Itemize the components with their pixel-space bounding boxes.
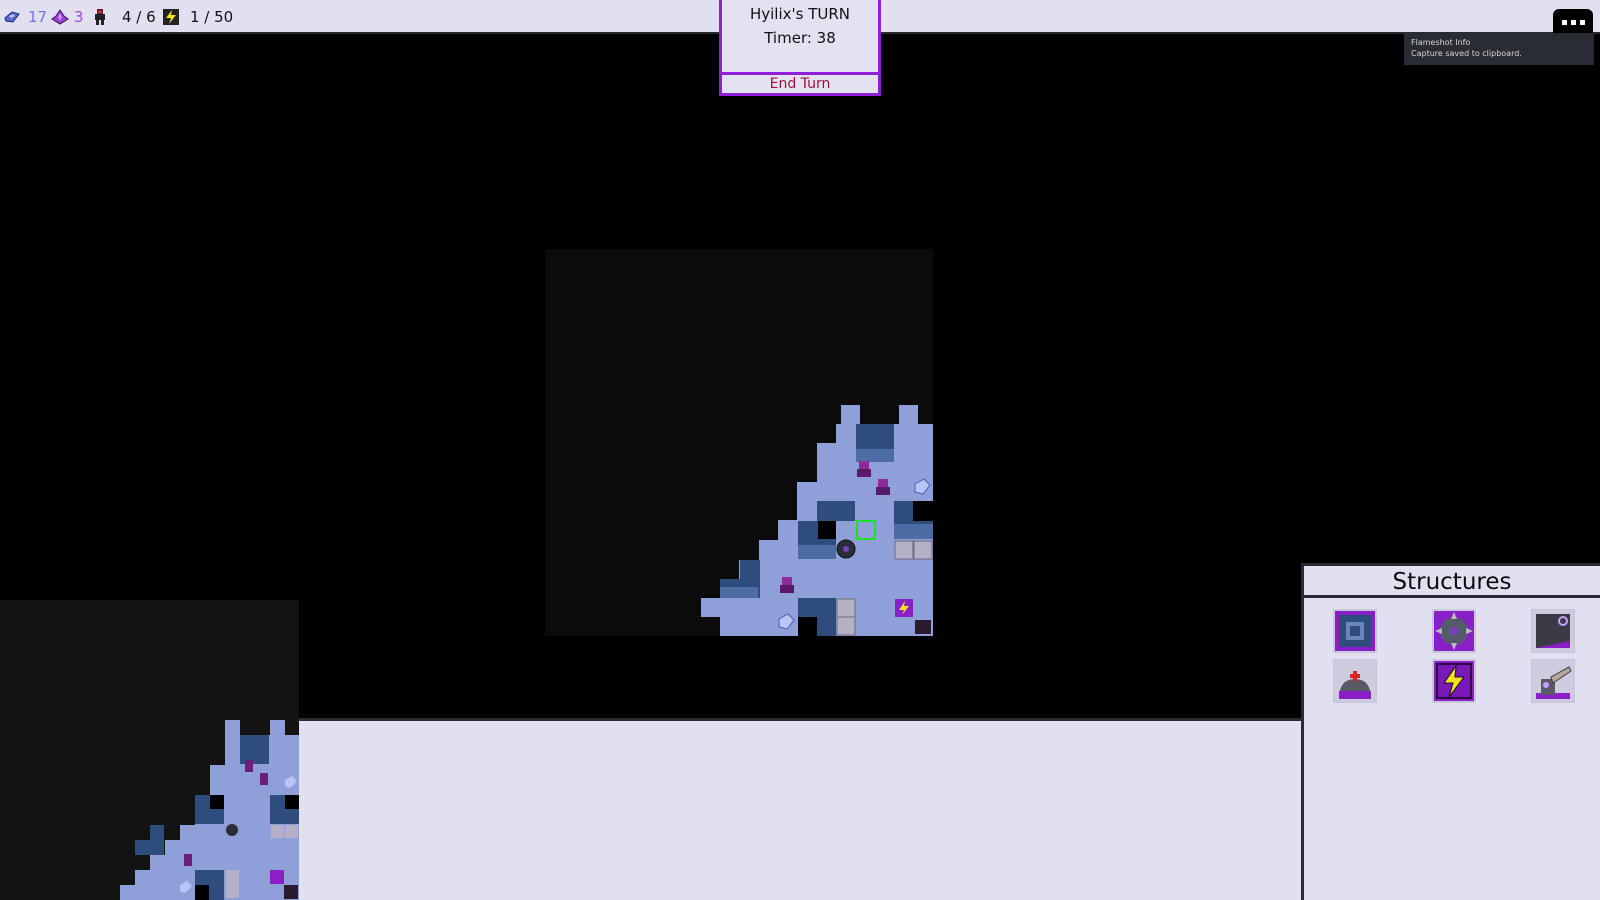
map-terrain[interactable]	[545, 249, 933, 636]
end-turn-button[interactable]: End Turn	[719, 72, 881, 96]
notification-body: Capture saved to clipboard.	[1411, 49, 1522, 58]
energy-count: 1 / 50	[190, 8, 234, 26]
medbay-icon	[1339, 671, 1371, 699]
crystal-icon	[4, 11, 20, 23]
gem-icon	[51, 9, 69, 25]
energy-icon	[163, 9, 179, 25]
crystal-count: 17	[28, 8, 48, 26]
turret-icon	[1435, 612, 1473, 650]
structures-title: Structures	[1304, 566, 1600, 598]
unit-count: 4 / 6	[122, 8, 156, 26]
medbay-structure-button[interactable]	[1333, 659, 1377, 703]
gem-count: 3	[74, 8, 84, 26]
lightning-icon	[1436, 663, 1472, 699]
screenshot-notification: Flameshot Info Capture saved to clipboar…	[1404, 33, 1594, 65]
minimap-terrain[interactable]	[0, 600, 299, 900]
turn-panel: Hyilix's TURN Timer: 38 End Turn	[719, 0, 881, 96]
portal-icon	[1536, 614, 1570, 648]
turn-timer: Timer: 38	[764, 29, 836, 47]
unit-icon	[95, 9, 105, 25]
notification-title: Flameshot Info	[1411, 38, 1471, 47]
drill-icon	[1536, 666, 1572, 699]
turn-title: Hyilix's TURN	[749, 5, 851, 23]
structures-panel: Structures	[1301, 563, 1600, 900]
minimap[interactable]	[0, 600, 299, 900]
wall-structure-button[interactable]	[1333, 609, 1377, 653]
info-panel	[299, 718, 1301, 900]
portal-structure-button[interactable]	[1531, 609, 1575, 653]
drill-structure-button[interactable]	[1531, 659, 1575, 703]
wall-icon	[1339, 615, 1371, 647]
game-map[interactable]	[545, 249, 933, 636]
generator-structure-button[interactable]	[1432, 659, 1476, 703]
turret-structure-button[interactable]	[1432, 609, 1476, 653]
